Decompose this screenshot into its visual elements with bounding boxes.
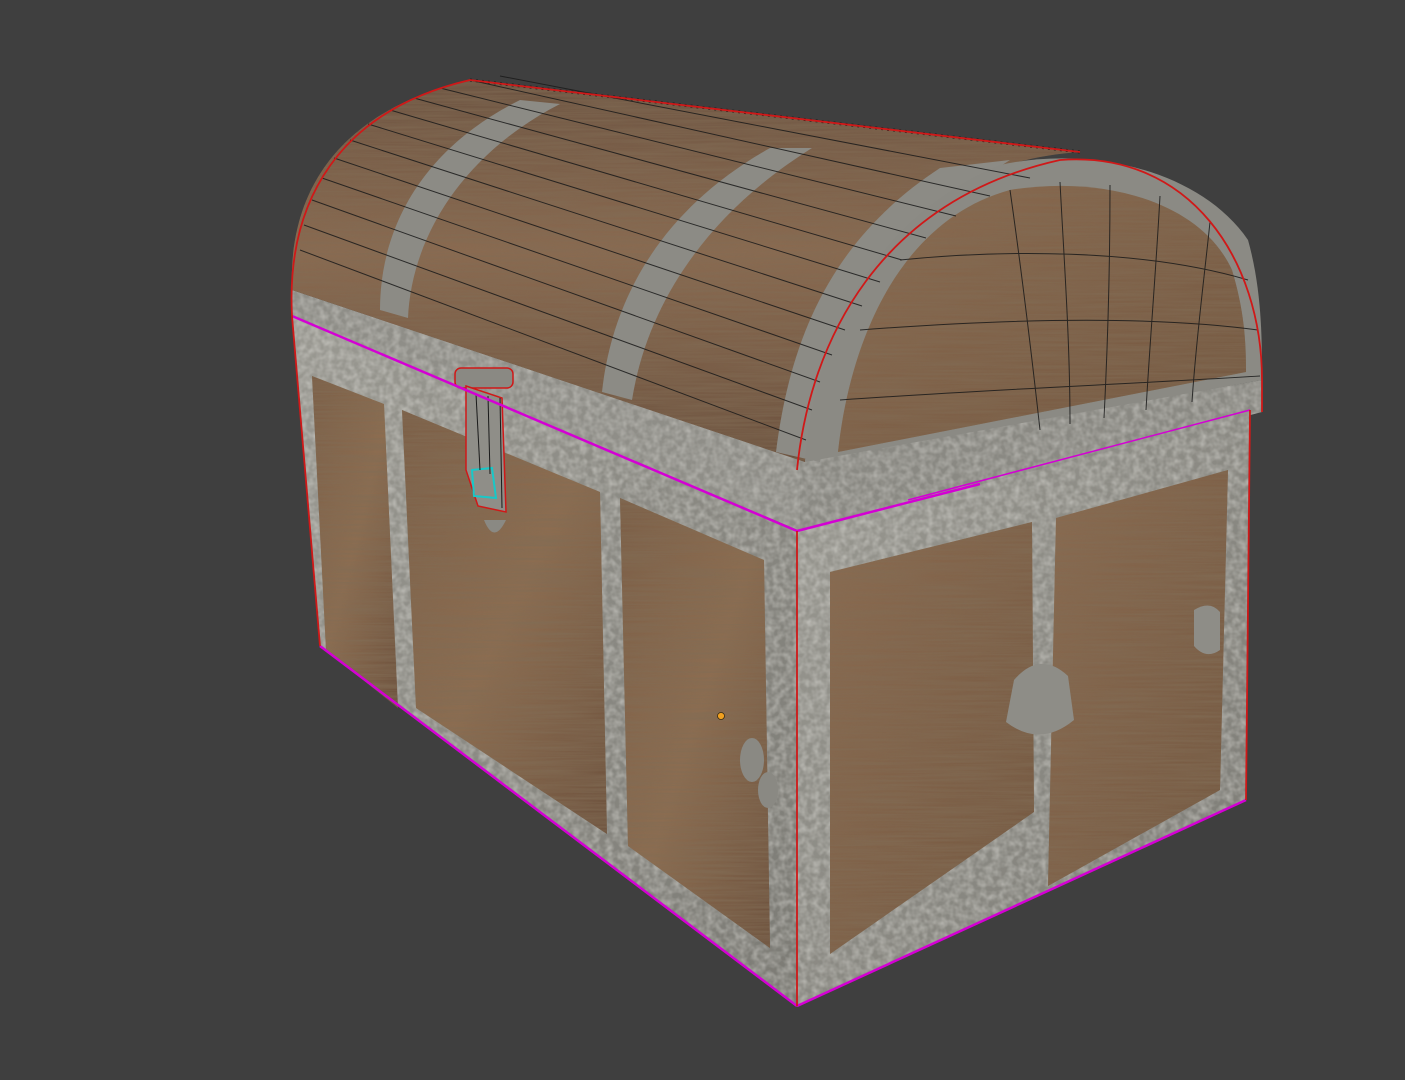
object-origin-dot[interactable] bbox=[717, 712, 725, 720]
3d-viewport[interactable] bbox=[0, 0, 1405, 1080]
chest-scene bbox=[290, 75, 1263, 1008]
